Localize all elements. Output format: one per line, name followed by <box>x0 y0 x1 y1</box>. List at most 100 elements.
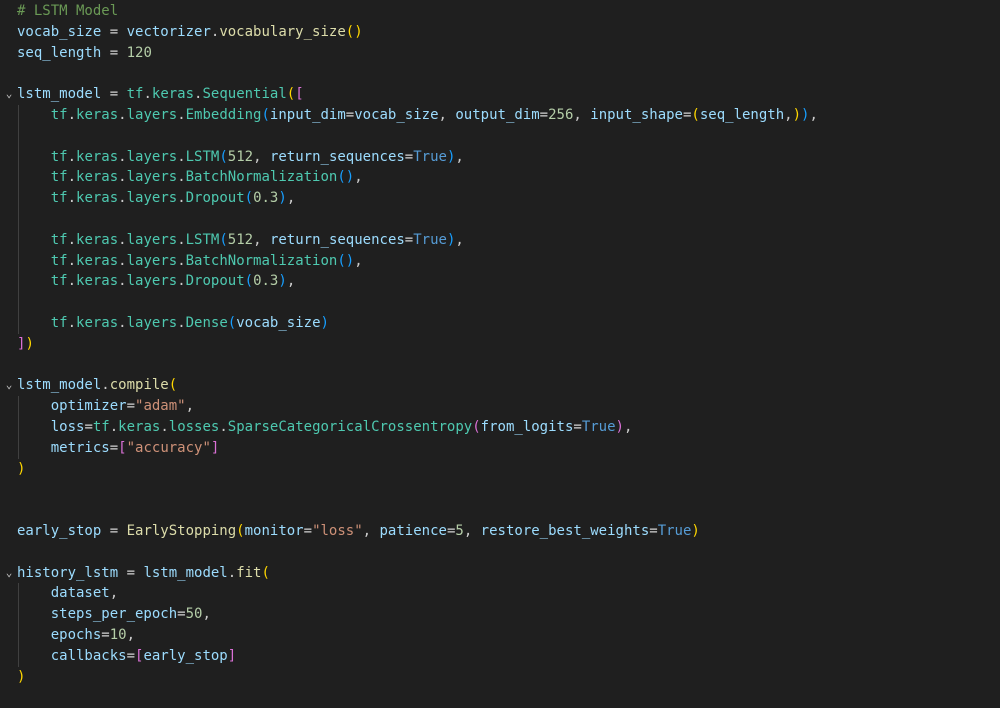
code-line[interactable]: steps_per_epoch=50, <box>0 604 1000 625</box>
code-line[interactable] <box>0 208 1000 230</box>
code-token: , <box>784 106 793 123</box>
code-token: layers <box>126 314 178 331</box>
code-token: = <box>101 522 127 539</box>
code-line[interactable] <box>0 63 1000 84</box>
code-line[interactable]: tf.keras.layers.Embedding(input_dim=voca… <box>0 104 1000 126</box>
code-token: SparseCategoricalCrossentropy <box>227 418 473 435</box>
code-token: callbacks <box>50 647 127 664</box>
code-token: . <box>219 418 228 435</box>
code-token: . <box>118 252 127 269</box>
fold-chevron-icon[interactable]: ⌄ <box>3 375 15 396</box>
code-token: . <box>118 106 127 123</box>
code-line[interactable]: tf.keras.layers.BatchNormalization(), <box>0 250 1000 272</box>
code-token: . <box>67 106 77 123</box>
code-line[interactable]: callbacks=[early_stop] <box>0 645 1000 667</box>
code-token: . <box>177 231 186 248</box>
code-line[interactable]: metrics=["accuracy"] <box>0 437 1000 459</box>
code-token: input_shape <box>590 106 683 123</box>
code-token: from_logits <box>480 418 574 435</box>
code-line[interactable]: tf.keras.layers.Dropout(0.3), <box>0 188 1000 209</box>
code-line[interactable]: tf.keras.layers.LSTM(512, return_sequenc… <box>0 146 1000 168</box>
code-line[interactable] <box>0 479 1000 500</box>
code-line[interactable]: ⌄ lstm_model = tf.keras.Sequential([ <box>0 84 1000 105</box>
code-token: # LSTM Model <box>17 3 119 19</box>
code-token: keras <box>76 190 119 207</box>
code-token: vocab_size <box>236 314 321 331</box>
code-lines: # LSTM Model vocab_size = vectorizer.voca… <box>0 1 1000 687</box>
code-token: . <box>118 231 127 248</box>
code-line[interactable] <box>0 292 1000 313</box>
code-token: , <box>253 231 270 248</box>
code-line[interactable]: seq_length = 120 <box>0 43 1000 64</box>
code-token: . <box>101 377 110 394</box>
code-token: lstm_model <box>17 86 102 103</box>
code-token: layers <box>126 231 178 248</box>
code-token: dataset <box>50 585 110 602</box>
code-token: True <box>413 231 447 248</box>
code-token: return_sequences <box>269 231 405 248</box>
code-token: . <box>177 106 186 123</box>
code-token: = <box>573 418 582 435</box>
code-token: steps_per_epoch <box>50 606 178 623</box>
code-token: = <box>177 606 186 623</box>
code-line[interactable]: ) <box>0 667 1000 688</box>
code-token: layers <box>126 273 178 290</box>
code-token: () <box>337 169 355 186</box>
code-token: lstm_model <box>17 377 102 394</box>
code-token: Dropout <box>185 190 245 207</box>
code-line[interactable]: early_stop = EarlyStopping(monitor="loss… <box>0 521 1000 542</box>
code-line[interactable]: tf.keras.layers.Dense(vocab_size) <box>0 312 1000 334</box>
code-token: ) <box>691 522 700 539</box>
code-token: vectorizer <box>126 23 211 40</box>
code-line[interactable] <box>0 500 1000 521</box>
code-token: ( <box>219 231 228 248</box>
code-token: 0.3 <box>253 273 279 290</box>
code-token: ( <box>261 106 270 123</box>
fold-chevron-icon[interactable]: ⌄ <box>3 84 15 105</box>
code-token: ( <box>286 86 296 103</box>
code-token: = <box>404 148 414 165</box>
code-token: compile <box>109 377 169 394</box>
code-token: seq_length <box>699 106 785 123</box>
code-token: . <box>177 190 186 207</box>
code-line[interactable]: loss=tf.keras.losses.SparseCategoricalCr… <box>0 416 1000 438</box>
code-token: tf <box>50 106 68 123</box>
code-token: tf <box>50 252 68 269</box>
code-line[interactable]: tf.keras.layers.LSTM(512, return_sequenc… <box>0 229 1000 251</box>
code-token: keras <box>76 148 119 165</box>
code-line[interactable] <box>0 542 1000 563</box>
code-token: vocab_size <box>354 106 439 123</box>
code-line[interactable]: tf.keras.layers.BatchNormalization(), <box>0 167 1000 189</box>
code-line[interactable]: optimizer="adam", <box>0 396 1000 417</box>
code-line[interactable] <box>0 355 1000 376</box>
code-line[interactable] <box>0 125 1000 147</box>
code-line[interactable]: tf.keras.layers.Dropout(0.3), <box>0 271 1000 293</box>
code-line[interactable]: ) <box>0 459 1000 480</box>
indent-guide <box>17 437 19 459</box>
code-token: True <box>657 522 692 539</box>
code-line[interactable]: epochs=10, <box>0 624 1000 646</box>
code-token: = <box>539 106 549 123</box>
code-line[interactable]: ⌄ lstm_model.compile( <box>0 375 1000 396</box>
code-token: ) <box>17 460 26 477</box>
code-token: () <box>337 252 355 269</box>
code-token: [ <box>295 86 304 103</box>
code-line[interactable]: ]) <box>0 334 1000 355</box>
fold-chevron-icon[interactable]: ⌄ <box>3 563 15 584</box>
code-line[interactable]: # LSTM Model <box>0 1 1000 22</box>
code-token: layers <box>126 169 178 186</box>
code-line[interactable]: ⌄ history_lstm = lstm_model.fit( <box>0 563 1000 584</box>
code-token: , <box>286 273 296 290</box>
code-line[interactable]: vocab_size = vectorizer.vocabulary_size(… <box>0 22 1000 43</box>
code-editor[interactable]: # LSTM Model vocab_size = vectorizer.voca… <box>0 0 1000 708</box>
indent-guide <box>17 583 19 605</box>
code-token: tf <box>50 273 68 290</box>
code-line[interactable]: dataset, <box>0 583 1000 605</box>
code-token: BatchNormalization <box>185 169 338 186</box>
code-token: keras <box>118 418 161 435</box>
